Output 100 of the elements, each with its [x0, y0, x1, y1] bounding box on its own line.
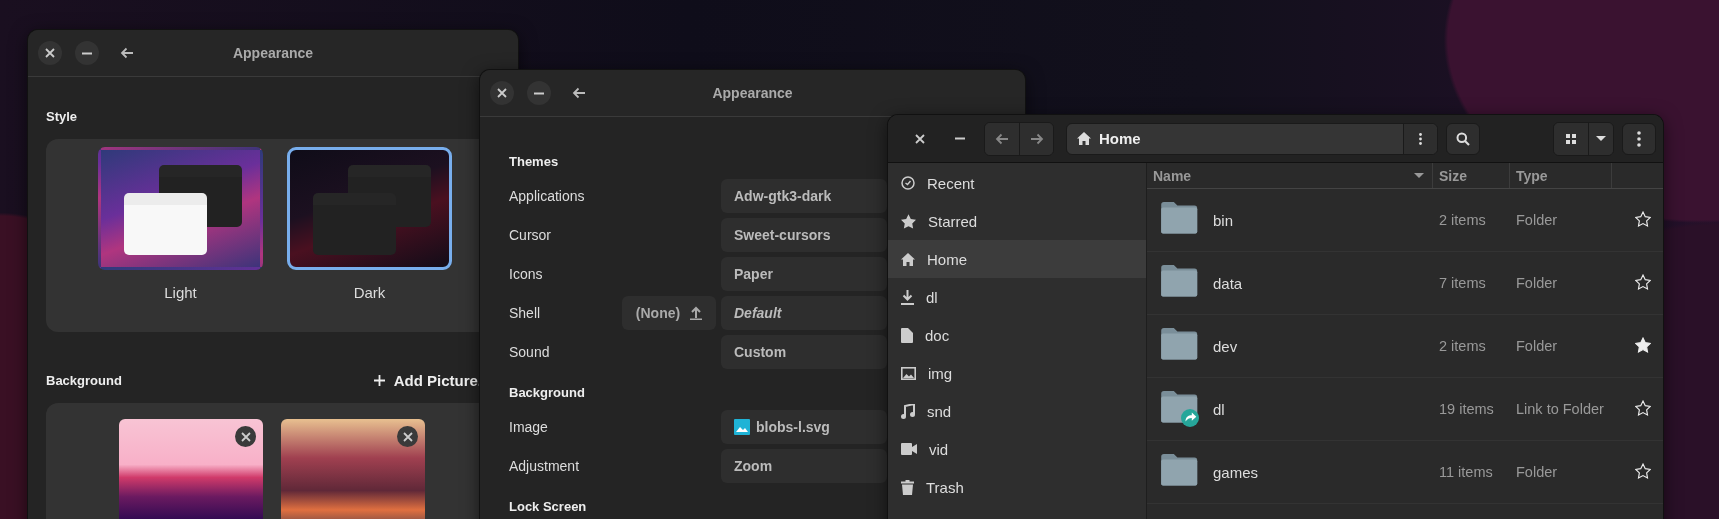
- caret-icon: [1596, 136, 1606, 141]
- file-name: bin: [1213, 211, 1234, 229]
- file-size: 19 items: [1438, 401, 1495, 417]
- file-size: 11 items: [1438, 464, 1494, 480]
- setting-label: Image: [509, 419, 549, 435]
- file-name: dev: [1213, 337, 1238, 355]
- dropdown[interactable]: Sweet-cursors: [721, 218, 887, 252]
- section-heading: Themes: [509, 153, 559, 169]
- video-camera-icon: [901, 443, 917, 455]
- grid-icon: [1566, 133, 1576, 144]
- more-icon: [1419, 132, 1422, 145]
- forward-arrow-icon: [1029, 132, 1044, 145]
- window-title: Appearance: [232, 45, 314, 61]
- home-icon: [901, 252, 915, 266]
- file-type: Folder: [1515, 464, 1559, 480]
- view-options-button[interactable]: [1588, 122, 1613, 155]
- column-header[interactable]: Type: [1510, 163, 1612, 188]
- window-title: Appearance: [712, 85, 793, 101]
- dropdown[interactable]: Default: [721, 296, 887, 330]
- extension-button[interactable]: (None): [622, 296, 716, 330]
- close-icon: [402, 431, 413, 442]
- folder-link-icon: [1161, 391, 1201, 427]
- dropdown[interactable]: Adw-gtk3-dark: [721, 179, 887, 213]
- plus-icon: [373, 375, 385, 386]
- remove-button[interactable]: [235, 426, 256, 447]
- minimize-icon: [82, 51, 92, 55]
- back-arrow-icon: [995, 132, 1009, 145]
- upload-icon: [690, 306, 703, 320]
- file-type: Link to Folder: [1515, 401, 1605, 417]
- setting-label: Cursor: [509, 227, 552, 243]
- file-name: dl: [1213, 400, 1225, 418]
- search-button[interactable]: [1446, 122, 1480, 155]
- sidebar-item[interactable]: Trash: [888, 468, 1146, 506]
- close-icon: [45, 48, 55, 58]
- setting-label: Icons: [509, 266, 544, 282]
- theme-preview[interactable]: [98, 147, 263, 270]
- remove-button[interactable]: [397, 426, 418, 447]
- close-icon: [497, 88, 507, 98]
- minimize-icon: [534, 91, 544, 95]
- dropdown[interactable]: Custom: [721, 335, 887, 369]
- star-button[interactable]: [1634, 273, 1651, 293]
- minimize-button[interactable]: [527, 81, 551, 105]
- section-heading: Background: [509, 384, 585, 400]
- sidebar-item[interactable]: Recent: [888, 164, 1146, 202]
- star-button[interactable]: [1634, 210, 1651, 230]
- file-type: Folder: [1515, 338, 1559, 354]
- section-heading: Style: [46, 109, 79, 124]
- file-chooser[interactable]: blobs-l.svg: [721, 410, 887, 444]
- document-icon: [901, 327, 913, 343]
- sidebar-item[interactable]: img: [888, 354, 1146, 392]
- style-label: Dark: [353, 284, 386, 301]
- file-size: 7 items: [1438, 275, 1487, 291]
- sidebar-item[interactable]: Starred: [888, 202, 1146, 240]
- sidebar-item[interactable]: Home: [888, 240, 1146, 278]
- style-label: Light: [164, 284, 197, 301]
- minimize-icon: [955, 137, 965, 140]
- file-type: Folder: [1515, 275, 1559, 291]
- forward-button[interactable]: [1019, 122, 1053, 155]
- sort-caret-icon: [1414, 173, 1424, 178]
- main-menu-button[interactable]: [1622, 122, 1656, 155]
- sidebar-item[interactable]: vid: [888, 430, 1146, 468]
- back-arrow-icon: [120, 47, 134, 59]
- search-icon: [1456, 131, 1470, 146]
- setting-label: Sound: [509, 344, 551, 360]
- section-heading: Lock Screen: [509, 498, 587, 514]
- photo-placeholder[interactable]: [119, 419, 263, 519]
- sidebar-item[interactable]: snd: [888, 392, 1146, 430]
- path-menu-button[interactable]: [1403, 123, 1437, 154]
- setting-label: Adjustment: [509, 458, 581, 474]
- section-heading: Background: [46, 373, 122, 388]
- star-button[interactable]: [1634, 462, 1651, 482]
- clock-icon: [901, 176, 915, 190]
- column-header[interactable]: Name: [1147, 163, 1433, 188]
- image-file-icon: [734, 419, 750, 435]
- close-icon: [240, 431, 251, 442]
- star-button[interactable]: [1634, 399, 1651, 419]
- file-size: 2 items: [1438, 212, 1487, 228]
- dropdown[interactable]: Paper: [721, 257, 887, 291]
- trash-icon: [901, 479, 914, 495]
- add-picture-button[interactable]: Add Picture.: [373, 372, 482, 389]
- sidebar-item[interactable]: doc: [888, 316, 1146, 354]
- close-button[interactable]: [490, 81, 514, 105]
- more-icon: [1637, 130, 1641, 147]
- close-icon: [915, 133, 925, 144]
- minimize-button[interactable]: [75, 41, 99, 65]
- star-icon: [901, 213, 916, 229]
- setting-label: Shell: [509, 305, 542, 321]
- setting-label: Applications: [509, 188, 586, 204]
- theme-preview[interactable]: [287, 147, 452, 270]
- image-icon: [901, 366, 916, 380]
- file-size: 2 items: [1438, 338, 1487, 354]
- sidebar-item[interactable]: dl: [888, 278, 1146, 316]
- file-name: data: [1213, 274, 1243, 292]
- download-icon: [901, 289, 914, 305]
- photo-placeholder[interactable]: [281, 419, 425, 519]
- star-button[interactable]: [1634, 336, 1651, 356]
- music-note-icon: [901, 403, 915, 419]
- close-button[interactable]: [38, 41, 62, 65]
- dropdown[interactable]: Zoom: [721, 449, 887, 483]
- column-header[interactable]: Size: [1433, 163, 1510, 188]
